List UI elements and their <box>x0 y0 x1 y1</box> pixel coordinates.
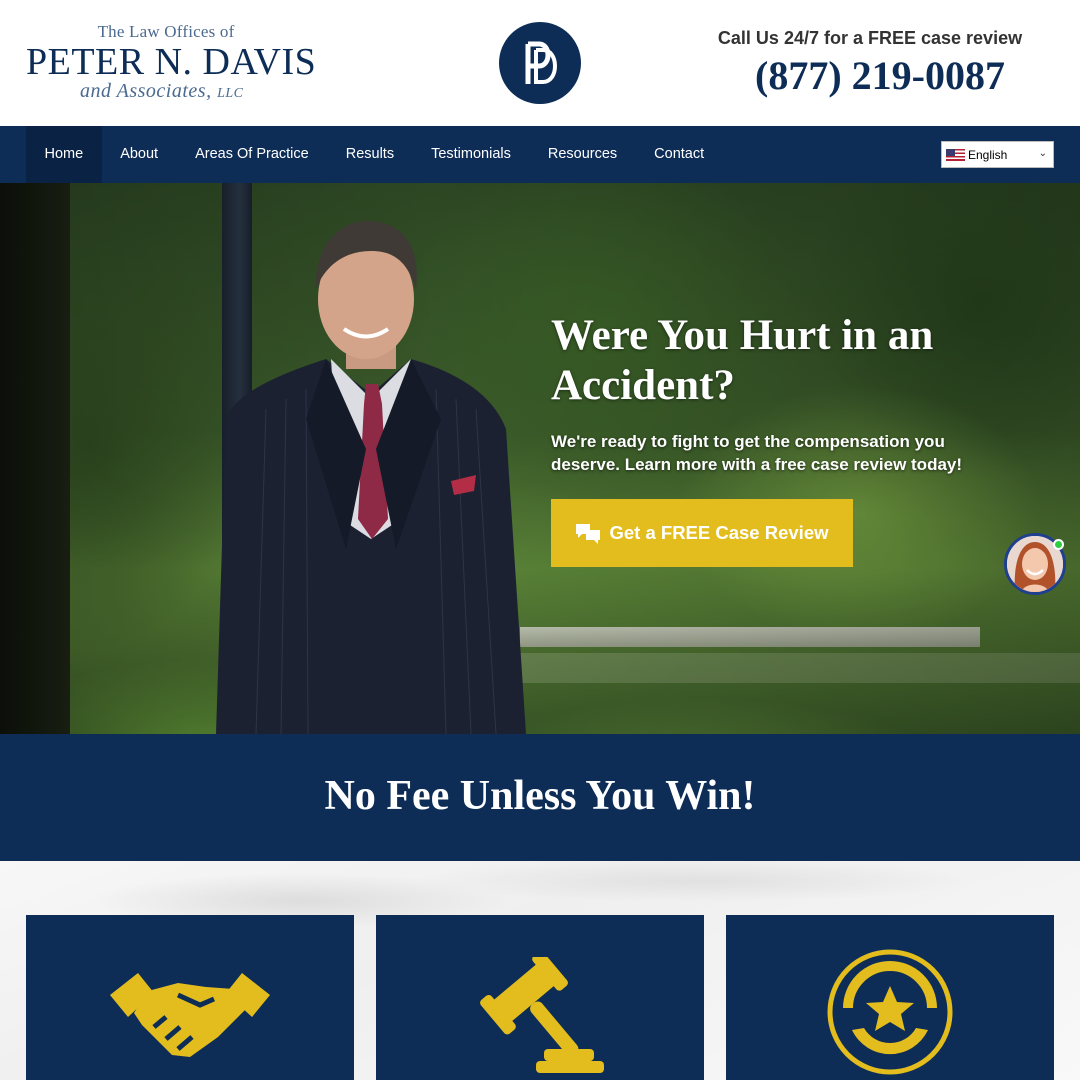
no-fee-banner: No Fee Unless You Win! <box>0 734 1080 861</box>
banner-title: No Fee Unless You Win! <box>324 773 756 819</box>
phone-number-link[interactable]: (877) 219-0087 <box>700 52 1080 99</box>
logo-line-3-text: and Associates, <box>80 80 212 102</box>
hero-title: Were You Hurt in an Accident? <box>551 312 934 409</box>
feature-card-1[interactable] <box>26 915 354 1080</box>
nav-item-resources[interactable]: Resources <box>529 126 635 183</box>
nav-item-home[interactable]: Home <box>26 126 102 183</box>
pd-monogram-icon <box>525 41 557 84</box>
monogram-logo[interactable] <box>499 22 581 104</box>
nav-item-results[interactable]: Results <box>327 126 412 183</box>
feature-card-2[interactable] <box>376 915 704 1080</box>
free-case-review-button[interactable]: Get a FREE Case Review <box>551 499 853 567</box>
language-select[interactable]: English ⌄ <box>941 141 1054 168</box>
logo-line-2: PETER N. DAVIS <box>26 41 317 83</box>
online-status-dot <box>1053 539 1064 550</box>
nav-items: Home About Areas Of Practice Results Testimo… <box>26 126 723 183</box>
nav-item-testimonials[interactable]: Testimonials <box>413 126 530 183</box>
us-flag-icon <box>946 148 965 161</box>
star-medal-icon <box>827 949 953 1075</box>
logo-line-3: and Associates, LLC <box>26 80 326 103</box>
chevron-down-icon: ⌄ <box>1038 148 1047 159</box>
gavel-icon <box>480 957 604 1073</box>
attorney-photo <box>216 220 526 734</box>
nav-item-about[interactable]: About <box>102 126 177 183</box>
logo-line-1: The Law Offices of <box>97 22 235 41</box>
nav-item-contact[interactable]: Contact <box>636 126 723 183</box>
handshake-icon <box>110 973 270 1057</box>
language-label: English <box>968 147 1008 162</box>
hero-subtitle: We're ready to fight to get the compensa… <box>551 432 963 474</box>
logo-llc: LLC <box>217 86 244 101</box>
cta-label: Get a FREE Case Review <box>609 522 829 543</box>
main-nav: Home About Areas Of Practice Results Testimo… <box>0 126 1080 183</box>
chat-bubbles-icon <box>576 524 601 544</box>
firm-logo[interactable]: The Law Offices of PETER N. DAVIS and As… <box>26 22 326 103</box>
call-us-text: Call Us 24/7 for a FREE case review <box>717 28 1023 48</box>
feature-card-3[interactable] <box>726 915 1054 1080</box>
site-header: The Law Offices of PETER N. DAVIS and As… <box>0 0 1080 126</box>
nav-item-areas-of-practice[interactable]: Areas Of Practice <box>177 126 328 183</box>
hero-section: Were You Hurt in an Accident? We're read… <box>0 183 1080 734</box>
